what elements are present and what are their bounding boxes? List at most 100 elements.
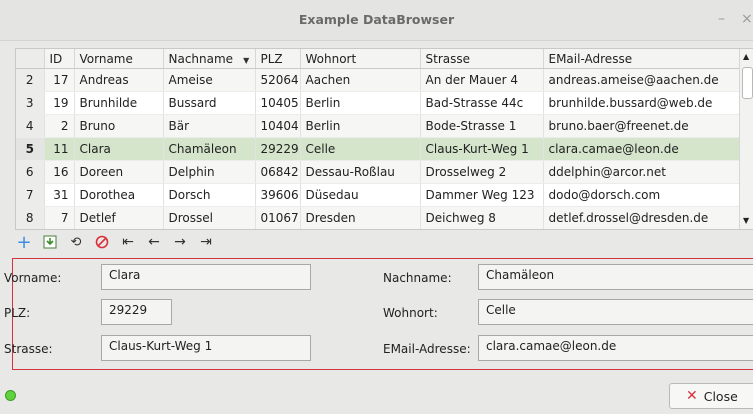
minimize-button[interactable]: – <box>718 9 725 29</box>
nachname-label: Nachname: <box>383 271 452 285</box>
table-cell-strasse[interactable]: Claus-Kurt-Weg 1 <box>420 137 544 161</box>
table-cell-id[interactable]: 31 <box>44 183 75 207</box>
vorname-label: Vorname: <box>4 271 62 285</box>
navigation-toolbar: + ⟲ ⇤ ← → ⇥ <box>16 231 214 253</box>
table-cell-email[interactable]: detlef.drossel@dresden.de <box>543 206 741 229</box>
sort-desc-icon: ▼ <box>243 55 250 65</box>
table-cell-id[interactable]: 11 <box>44 137 75 161</box>
table-cell-strasse[interactable]: Deichweg 8 <box>420 206 544 229</box>
table-cell-vorname[interactable]: Doreen <box>74 160 164 184</box>
scroll-down-icon[interactable]: ▼ <box>743 216 749 225</box>
close-button-label: Close <box>703 388 738 404</box>
first-icon[interactable]: ⇤ <box>120 234 136 250</box>
refresh-icon[interactable]: ⟲ <box>68 234 84 250</box>
table-cell-nachname[interactable]: Delphin <box>163 160 256 184</box>
table-cell-vorname[interactable]: Detlef <box>74 206 164 229</box>
table-cell-nachname[interactable]: Drossel <box>163 206 256 229</box>
scroll-up-icon[interactable]: ▲ <box>743 52 749 61</box>
table-header: ID Vorname Nachname ▼ PLZ Wohnort Strasse… <box>16 49 741 69</box>
table-row[interactable]: 3 19 Brunhilde Bussard 10405 Berlin Bad-Strass… <box>16 91 741 115</box>
table-cell-nachname[interactable]: Bussard <box>163 91 256 115</box>
table-cell-plz[interactable]: 10405 <box>255 91 301 115</box>
row-number[interactable]: 6 <box>16 160 45 184</box>
table-cell-email[interactable]: dodo@dorsch.com <box>543 183 741 207</box>
table-row[interactable]: 5 11 Clara Chamäleon 29229 Celle Claus-Kurt-We… <box>16 137 741 161</box>
wohnort-field[interactable]: Celle <box>478 299 753 325</box>
table-cell-wohnort[interactable]: Düsedau <box>300 183 421 207</box>
row-number[interactable]: 4 <box>16 114 45 138</box>
table-cell-id[interactable]: 7 <box>44 206 75 229</box>
table-cell-id[interactable]: 17 <box>44 68 75 92</box>
window-close-button[interactable]: × <box>741 9 753 29</box>
window-title: Example DataBrowser <box>298 12 455 27</box>
prev-icon[interactable]: ← <box>146 234 162 250</box>
save-icon[interactable] <box>42 234 58 250</box>
vertical-scrollbar[interactable]: ▲ ▼ <box>739 49 753 229</box>
table-cell-email[interactable]: bruno.baer@freenet.de <box>543 114 741 138</box>
table-cell-vorname[interactable]: Andreas <box>74 68 164 92</box>
table-cell-id[interactable]: 19 <box>44 91 75 115</box>
table-cell-email[interactable]: clara.camae@leon.de <box>543 137 741 161</box>
table-cell-id[interactable]: 2 <box>44 114 75 138</box>
table-cell-strasse[interactable]: Dammer Weg 123 <box>420 183 544 207</box>
table-cell-strasse[interactable]: Bode-Strasse 1 <box>420 114 544 138</box>
table-cell-wohnort[interactable]: Dresden <box>300 206 421 229</box>
nachname-field[interactable]: Chamäleon <box>478 264 753 290</box>
table-cell-vorname[interactable]: Bruno <box>74 114 164 138</box>
table-cell-strasse[interactable]: An der Mauer 4 <box>420 68 544 92</box>
scrollbar-thumb[interactable] <box>742 67 753 99</box>
last-icon[interactable]: ⇥ <box>198 234 214 250</box>
row-number[interactable]: 2 <box>16 68 45 92</box>
row-number[interactable]: 5 <box>16 137 45 161</box>
table-cell-wohnort[interactable]: Berlin <box>300 91 421 115</box>
table-cell-email[interactable]: brunhilde.bussard@web.de <box>543 91 741 115</box>
table-cell-wohnort[interactable]: Celle <box>300 137 421 161</box>
table-row[interactable]: 6 16 Doreen Delphin 06842 Dessau-Roßlau Drosse… <box>16 160 741 184</box>
close-button[interactable]: ✕ Close <box>669 383 753 409</box>
delete-icon[interactable] <box>94 234 110 250</box>
table-row[interactable]: 4 2 Bruno Bär 10404 Berlin Bode-Strasse 1 bruno… <box>16 114 741 138</box>
table-cell-plz[interactable]: 10404 <box>255 114 301 138</box>
table-cell-plz[interactable]: 06842 <box>255 160 301 184</box>
column-header-vorname[interactable]: Vorname <box>74 49 164 69</box>
column-header-wohnort[interactable]: Wohnort <box>300 49 421 69</box>
table-cell-email[interactable]: ddelphin@arcor.net <box>543 160 741 184</box>
column-header-strasse[interactable]: Strasse <box>420 49 544 69</box>
column-header-nachname[interactable]: Nachname ▼ <box>163 49 256 69</box>
table-cell-plz[interactable]: 01067 <box>255 206 301 229</box>
table-cell-vorname[interactable]: Brunhilde <box>74 91 164 115</box>
table-cell-vorname[interactable]: Dorothea <box>74 183 164 207</box>
row-number[interactable]: 8 <box>16 206 45 229</box>
vorname-field[interactable]: Clara <box>101 264 311 290</box>
plus-icon[interactable]: + <box>16 232 32 253</box>
wohnort-label: Wohnort: <box>383 306 438 320</box>
next-icon[interactable]: → <box>172 234 188 250</box>
table-cell-nachname[interactable]: Bär <box>163 114 256 138</box>
column-header-id[interactable]: ID <box>44 49 75 69</box>
strasse-field[interactable]: Claus-Kurt-Weg 1 <box>101 335 311 361</box>
table-cell-nachname[interactable]: Ameise <box>163 68 256 92</box>
table-cell-nachname[interactable]: Chamäleon <box>163 137 256 161</box>
table-cell-strasse[interactable]: Drosselweg 2 <box>420 160 544 184</box>
data-table[interactable]: ID Vorname Nachname ▼ PLZ Wohnort Strasse… <box>15 48 753 230</box>
table-cell-nachname[interactable]: Dorsch <box>163 183 256 207</box>
table-cell-plz[interactable]: 52064 <box>255 68 301 92</box>
table-cell-id[interactable]: 16 <box>44 160 75 184</box>
row-number[interactable]: 7 <box>16 183 45 207</box>
table-cell-wohnort[interactable]: Aachen <box>300 68 421 92</box>
table-cell-wohnort[interactable]: Dessau-Roßlau <box>300 160 421 184</box>
column-header-plz[interactable]: PLZ <box>255 49 301 69</box>
table-row[interactable]: 8 7 Detlef Drossel 01067 Dresden Deichweg 8 det… <box>16 206 741 229</box>
table-cell-email[interactable]: andreas.ameise@aachen.de <box>543 68 741 92</box>
table-cell-plz[interactable]: 39606 <box>255 183 301 207</box>
column-header-email[interactable]: EMail-Adresse <box>543 49 741 69</box>
table-cell-plz[interactable]: 29229 <box>255 137 301 161</box>
email-field[interactable]: clara.camae@leon.de <box>478 335 753 361</box>
table-cell-vorname[interactable]: Clara <box>74 137 164 161</box>
plz-field[interactable]: 29229 <box>101 299 172 325</box>
table-row[interactable]: 2 17 Andreas Ameise 52064 Aachen An der Mauer … <box>16 68 741 92</box>
table-cell-strasse[interactable]: Bad-Strasse 44c <box>420 91 544 115</box>
row-number[interactable]: 3 <box>16 91 45 115</box>
table-cell-wohnort[interactable]: Berlin <box>300 114 421 138</box>
table-row[interactable]: 7 31 Dorothea Dorsch 39606 Düsedau Dammer Weg … <box>16 183 741 207</box>
